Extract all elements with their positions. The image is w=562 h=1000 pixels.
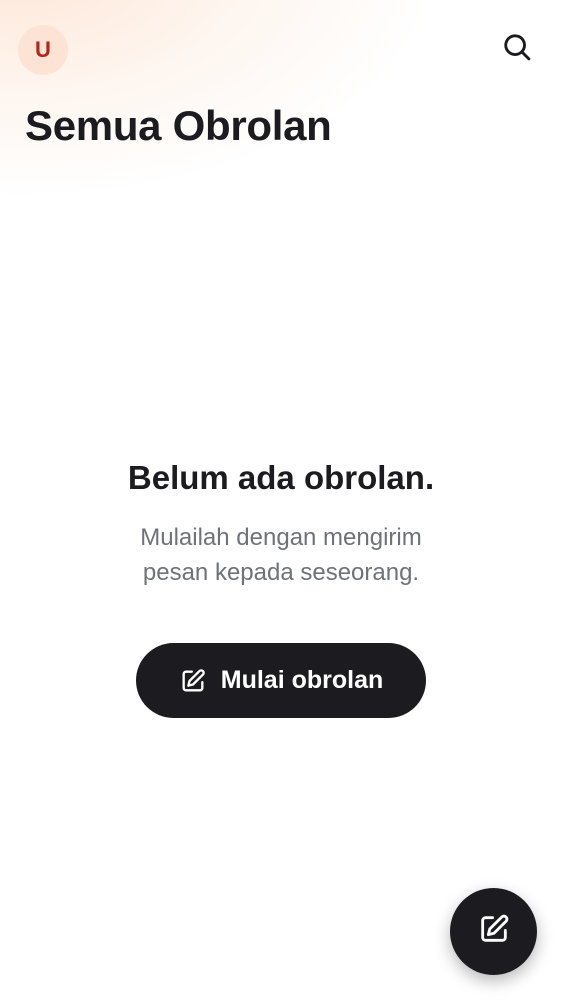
avatar-initial: U bbox=[35, 37, 51, 62]
search-icon bbox=[502, 32, 532, 67]
chat-list-screen: U Semua Obrolan Belum ada obrolan. Mulai… bbox=[0, 0, 562, 1000]
edit-icon bbox=[179, 667, 207, 695]
edit-icon bbox=[477, 912, 511, 951]
search-button[interactable] bbox=[494, 26, 540, 72]
empty-state: Belum ada obrolan. Mulailah dengan mengi… bbox=[0, 458, 562, 590]
page-title: Semua Obrolan bbox=[25, 102, 332, 149]
avatar[interactable]: U bbox=[18, 25, 68, 75]
new-chat-fab[interactable] bbox=[450, 888, 537, 975]
start-chat-button[interactable]: Mulai obrolan bbox=[136, 643, 426, 718]
start-chat-button-label: Mulai obrolan bbox=[220, 666, 384, 694]
empty-state-description: Mulailah dengan mengirim pesan kepada se… bbox=[140, 524, 422, 586]
empty-state-title: Belum ada obrolan. bbox=[127, 459, 435, 496]
